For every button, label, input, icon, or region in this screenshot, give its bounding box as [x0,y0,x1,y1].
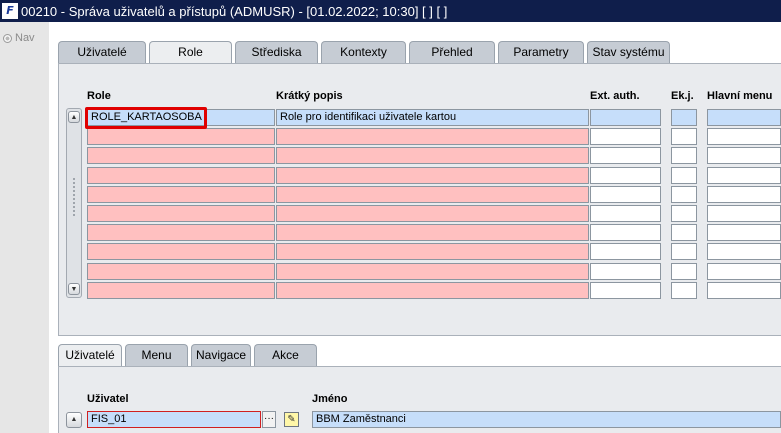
ek-j-field[interactable] [671,109,697,126]
short-desc-field[interactable] [276,147,589,164]
ek-j-field[interactable] [671,147,697,164]
window-title-bar: F 00210 - Správa uživatelů a přístupů (A… [0,0,781,22]
column-header-role: Role [87,90,111,102]
main-menu-field[interactable] [707,282,781,299]
nav-label: Nav [15,32,35,44]
users-scroll-up-icon[interactable]: ▲ [66,412,82,428]
name-field[interactable]: BBM Zaměstnanci [312,411,781,428]
tab-bottom-navigace[interactable]: Navigace [191,344,251,366]
tab-kontexty[interactable]: Kontexty [321,41,406,63]
role-field[interactable] [87,243,275,260]
column-header-ext-auth: Ext. auth. [590,90,640,102]
main-menu-field[interactable] [707,224,781,241]
main-menu-field[interactable] [707,167,781,184]
ext-auth-field[interactable] [590,167,661,184]
scroll-grip[interactable] [72,177,76,217]
user-value: FIS_01 [91,413,127,425]
ext-auth-field[interactable] [590,109,661,126]
short-desc-field[interactable]: Role pro identifikaci uživatele kartou [276,109,589,126]
short-desc-field-value: Role pro identifikaci uživatele kartou [280,111,457,123]
main-menu-field[interactable] [707,243,781,260]
ext-auth-field[interactable] [590,186,661,203]
ext-auth-field[interactable] [590,128,661,145]
ext-auth-field[interactable] [590,282,661,299]
role-field[interactable] [87,167,275,184]
main-menu-field[interactable] [707,147,781,164]
tab-bottom-uzivatele[interactable]: Uživatelé [58,344,122,366]
tab-strediska[interactable]: Střediska [235,41,318,63]
short-desc-field[interactable] [276,205,589,222]
ext-auth-field[interactable] [590,205,661,222]
column-header-user: Uživatel [87,393,129,405]
roles-scrollbar[interactable]: ▲ ▼ [66,108,82,298]
tab-uzivatele[interactable]: Uživatelé [58,41,146,63]
role-field[interactable] [87,282,275,299]
app-logo-icon: F [2,3,18,19]
short-desc-field[interactable] [276,224,589,241]
short-desc-field[interactable] [276,243,589,260]
role-field[interactable] [87,263,275,280]
tab-stav-systemu[interactable]: Stav systému [587,41,670,63]
ext-auth-field[interactable] [590,147,661,164]
tab-bottom-menu[interactable]: Menu [125,344,188,366]
column-header-ek-j: Ek.j. [671,90,694,102]
column-header-main-menu: Hlavní menu [707,90,773,102]
main-menu-field[interactable] [707,128,781,145]
main-menu-field[interactable] [707,109,781,126]
column-header-name: Jméno [312,393,348,405]
role-field[interactable] [87,128,275,145]
nav-pane: Nav [0,22,49,433]
tab-prehled[interactable]: Přehled [409,41,495,63]
tab-bottom-akce[interactable]: Akce [254,344,317,366]
main-menu-field[interactable] [707,205,781,222]
short-desc-field[interactable] [276,128,589,145]
tab-role[interactable]: Role [149,41,232,63]
ek-j-field[interactable] [671,224,697,241]
main-content: Uživatelé Role Střediska Kontexty Přehle… [49,22,781,433]
edit-icon[interactable]: ✎ [284,412,299,427]
ext-auth-field[interactable] [590,224,661,241]
focus-highlight [85,107,207,129]
user-field[interactable]: FIS_01 [87,411,261,428]
name-value: BBM Zaměstnanci [316,413,406,425]
window-title: 00210 - Správa uživatelů a přístupů (ADM… [21,3,448,19]
user-lov-button[interactable]: ··· [262,411,276,428]
ek-j-field[interactable] [671,205,697,222]
nav-toggle[interactable]: Nav [3,32,35,44]
top-tab-bar: Uživatelé Role Střediska Kontexty Přehle… [58,41,673,63]
nav-radio-icon[interactable] [3,33,12,43]
scroll-up-icon[interactable]: ▲ [68,111,80,123]
column-header-short-desc: Krátký popis [276,90,343,102]
short-desc-field[interactable] [276,167,589,184]
ek-j-field[interactable] [671,186,697,203]
ek-j-field[interactable] [671,243,697,260]
ek-j-field[interactable] [671,167,697,184]
ext-auth-field[interactable] [590,243,661,260]
short-desc-field[interactable] [276,186,589,203]
scroll-down-icon[interactable]: ▼ [68,283,80,295]
ek-j-field[interactable] [671,263,697,280]
role-field[interactable] [87,147,275,164]
main-menu-field[interactable] [707,263,781,280]
ext-auth-field[interactable] [590,263,661,280]
role-field[interactable] [87,224,275,241]
tab-parametry[interactable]: Parametry [498,41,584,63]
role-field[interactable] [87,205,275,222]
short-desc-field[interactable] [276,282,589,299]
short-desc-field[interactable] [276,263,589,280]
main-menu-field[interactable] [707,186,781,203]
bottom-tab-bar: Uživatelé Menu Navigace Akce [58,344,320,366]
ek-j-field[interactable] [671,282,697,299]
ek-j-field[interactable] [671,128,697,145]
role-field[interactable] [87,186,275,203]
